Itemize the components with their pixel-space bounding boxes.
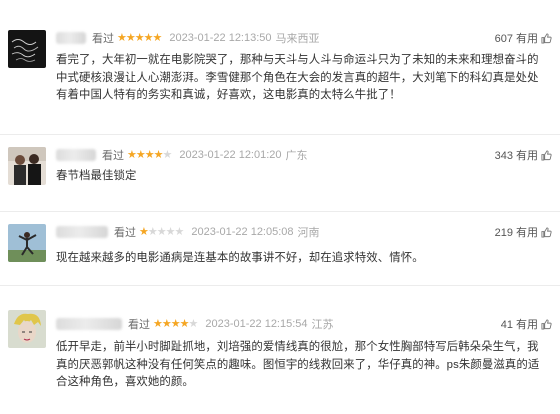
- star-icon: ★: [127, 149, 137, 161]
- review-meta: 看过 ★ ★ ★ ★ ★ 2023-01-22 12:01:20 广东: [56, 147, 308, 163]
- star-icon: ★: [117, 32, 127, 44]
- watched-label: 看过: [114, 227, 136, 239]
- review-item: 看过 ★ ★ ★ ★ ★ 2023-01-22 12:05:08 河南 219 有用 现…: [0, 212, 560, 284]
- watched-label: 看过: [102, 150, 124, 162]
- username-blurred[interactable]: [56, 149, 96, 161]
- star-icon: ★: [134, 32, 145, 44]
- star-icon: ★: [156, 226, 167, 238]
- review-meta: 看过 ★ ★ ★ ★ ★ 2023-01-22 12:13:50 马来西亚: [56, 30, 320, 46]
- review-item: 看过 ★ ★ ★ ★ ★ 2023-01-22 12:13:50 马来西亚 607 有用…: [0, 0, 560, 140]
- star-icon: ★: [188, 318, 199, 330]
- star-icon: ★: [161, 318, 172, 330]
- star-icon: ★: [143, 32, 154, 44]
- useful-count: 343 有用: [494, 150, 538, 162]
- useful-votes: 41 有用: [501, 316, 552, 332]
- rating-stars: ★ ★ ★ ★ ★: [117, 32, 163, 44]
- star-icon: ★: [153, 149, 164, 161]
- username-blurred[interactable]: [56, 318, 122, 330]
- useful-count: 41 有用: [500, 319, 538, 331]
- star-icon: ★: [152, 32, 163, 44]
- thumbs-up-icon[interactable]: [541, 32, 552, 44]
- star-icon: ★: [153, 318, 163, 330]
- star-icon: ★: [174, 226, 185, 238]
- thumbs-up-icon[interactable]: [541, 226, 552, 238]
- review-location: 河南: [297, 227, 320, 239]
- star-icon: ★: [125, 32, 136, 44]
- review-time: 2023-01-22 12:01:20: [179, 149, 282, 161]
- useful-votes: 607 有用: [495, 30, 552, 46]
- thumbs-up-icon[interactable]: [541, 149, 552, 161]
- review-content: 低开早走，前半小时脚趾抓地，刘培强的爱情线真的很尬，那个女性胸部特写后韩朵朵生气…: [56, 341, 540, 388]
- watched-label: 看过: [92, 33, 114, 45]
- avatar[interactable]: [8, 30, 46, 68]
- username-blurred[interactable]: [56, 226, 108, 238]
- review-item: 看过 ★ ★ ★ ★ ★ 2023-01-22 12:15:54 江苏 41 有用 低开…: [0, 286, 560, 414]
- review-meta: 看过 ★ ★ ★ ★ ★ 2023-01-22 12:15:54 江苏: [56, 316, 334, 332]
- star-icon: ★: [147, 226, 158, 238]
- useful-votes: 343 有用: [495, 147, 552, 163]
- review-location: 广东: [285, 150, 308, 162]
- star-icon: ★: [170, 318, 181, 330]
- rating-stars: ★ ★ ★ ★ ★: [153, 318, 199, 330]
- review-time: 2023-01-22 12:05:08: [191, 226, 294, 238]
- review-time: 2023-01-22 12:13:50: [169, 32, 272, 44]
- avatar[interactable]: [8, 147, 46, 185]
- review-location: 马来西亚: [275, 33, 320, 45]
- watched-label: 看过: [128, 319, 150, 331]
- star-icon: ★: [144, 149, 155, 161]
- star-icon: ★: [165, 226, 176, 238]
- review-time: 2023-01-22 12:15:54: [205, 318, 308, 330]
- review-item: 看过 ★ ★ ★ ★ ★ 2023-01-22 12:01:20 广东 343 有用 春…: [0, 135, 560, 215]
- username-blurred[interactable]: [56, 32, 86, 44]
- useful-count: 607 有用: [494, 33, 538, 45]
- star-icon: ★: [162, 149, 173, 161]
- star-icon: ★: [139, 226, 149, 238]
- useful-votes: 219 有用: [495, 224, 552, 240]
- review-content: 春节档最佳锁定: [56, 170, 137, 182]
- rating-stars: ★ ★ ★ ★ ★: [127, 149, 173, 161]
- star-icon: ★: [135, 149, 146, 161]
- review-location: 江苏: [311, 319, 334, 331]
- star-icon: ★: [179, 318, 190, 330]
- thumbs-up-icon[interactable]: [541, 318, 552, 330]
- rating-stars: ★ ★ ★ ★ ★: [139, 226, 185, 238]
- avatar[interactable]: [8, 310, 46, 348]
- review-content: 看完了，大年初一就在电影院哭了，那种与天斗与人斗与命运斗只为了未知的未来和理想奋…: [56, 54, 539, 101]
- review-meta: 看过 ★ ★ ★ ★ ★ 2023-01-22 12:05:08 河南: [56, 224, 320, 240]
- avatar[interactable]: [8, 224, 46, 262]
- review-content: 现在越来越多的电影通病是连基本的故事讲不好，却在追求特效、情怀。: [56, 252, 424, 264]
- useful-count: 219 有用: [494, 227, 538, 239]
